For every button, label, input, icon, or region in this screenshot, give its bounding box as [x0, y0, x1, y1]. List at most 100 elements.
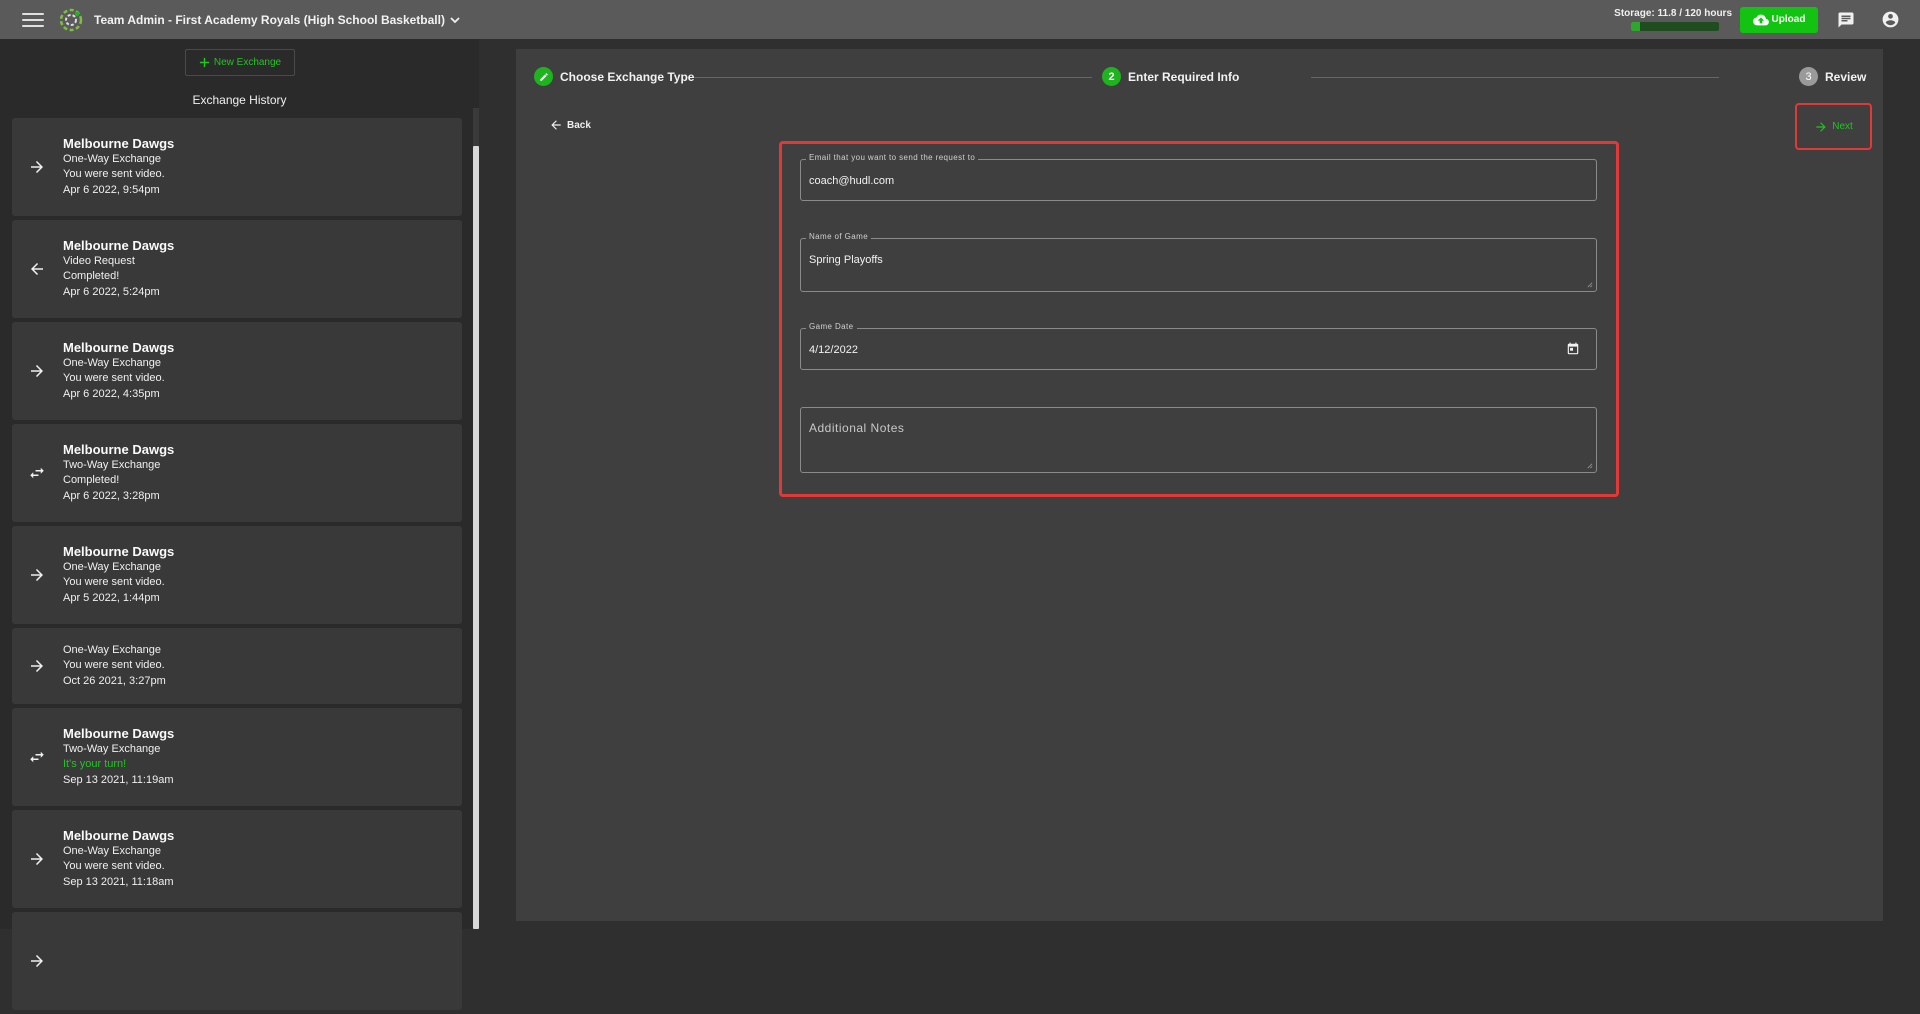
exchange-team-name: Melbourne Dawgs: [63, 237, 175, 253]
exchange-history-text: Melbourne Dawgs One-Way Exchange You were …: [63, 526, 462, 624]
exchange-type: Two-Way Exchange: [63, 458, 161, 471]
step-label: Choose Exchange Type: [560, 69, 695, 84]
exchange-sidebar: New Exchange Exchange History Melbourne …: [0, 39, 479, 1010]
step-label: Enter Required Info: [1128, 69, 1240, 84]
stepper-connector: [687, 77, 1092, 78]
exchange-date: Apr 5 2022, 1:44pm: [63, 591, 160, 604]
account-button[interactable]: [1880, 10, 1900, 30]
exchange-history-item[interactable]: Melbourne Dawgs One-Way Exchange You were …: [12, 322, 462, 420]
exchange-date: Sep 13 2021, 11:18am: [63, 875, 174, 888]
chat-icon: [1838, 12, 1854, 27]
exchange-team-name: Melbourne Dawgs: [63, 339, 175, 355]
team-title-text: Team Admin - First Academy Royals (High …: [94, 12, 445, 27]
exchange-history-item[interactable]: Melbourne Dawgs One-Way Exchange You were …: [12, 526, 462, 624]
additional-notes-field[interactable]: Additional Notes: [800, 407, 1597, 473]
step-review: 3 Review: [1799, 67, 1866, 86]
step-choose-exchange-type: Choose Exchange Type: [534, 67, 694, 86]
exchange-history-item[interactable]: [12, 912, 462, 1010]
storage-bar-fill: [1631, 22, 1640, 31]
arrow-right-icon: [1816, 121, 1826, 132]
exchange-team-name: Melbourne Dawgs: [63, 135, 175, 151]
step-label: Review: [1825, 69, 1867, 84]
exchange-type: One-Way Exchange: [63, 844, 162, 857]
back-label: Back: [567, 119, 591, 131]
stepper-connector: [1311, 77, 1719, 78]
step-number-circle: 2: [1102, 67, 1121, 86]
exchange-history-text: Melbourne Dawgs One-Way Exchange You were …: [63, 810, 462, 908]
arrow-right-icon: [31, 365, 43, 377]
plus-icon: [199, 57, 209, 68]
main-panel: Choose Exchange Type 2 Enter Required In…: [516, 49, 1883, 921]
exchange-history-item[interactable]: Melbourne Dawgs Video Request Completed! Ap…: [12, 220, 462, 318]
exchange-type: Two-Way Exchange: [63, 742, 161, 755]
step-done-circle: [534, 67, 553, 86]
exchange-history-item[interactable]: Melbourne Dawgs One-Way Exchange You were …: [12, 810, 462, 908]
exchange-type: One-Way Exchange: [63, 643, 162, 656]
exchange-history-item[interactable]: Melbourne Dawgs One-Way Exchange You were …: [12, 118, 462, 216]
calendar-icon[interactable]: [1566, 342, 1580, 356]
game-name-field-label: Name of Game: [806, 232, 872, 241]
exchange-type: One-Way Exchange: [63, 356, 162, 369]
exchange-history-item[interactable]: Melbourne Dawgs Two-Way Exchange Completed…: [12, 424, 462, 522]
new-exchange-label: New Exchange: [213, 57, 282, 68]
account-circle-icon: [1882, 11, 1898, 28]
exchange-date: Apr 6 2022, 5:24pm: [63, 285, 160, 298]
sidebar-scrollbar[interactable]: [473, 108, 479, 929]
arrow-left-icon: [551, 120, 561, 130]
exchange-type: One-Way Exchange: [63, 560, 162, 573]
swap-icon: [30, 467, 44, 479]
arrow-left-icon: [31, 263, 43, 275]
exchange-history-list: Melbourne Dawgs One-Way Exchange You were …: [12, 118, 462, 1014]
exchange-type: One-Way Exchange: [63, 152, 162, 165]
resize-handle-icon[interactable]: [1586, 462, 1593, 469]
exchange-history-title: Exchange History: [192, 93, 287, 107]
exchange-status: You were sent video.: [63, 372, 165, 385]
hamburger-menu-icon[interactable]: [22, 12, 44, 27]
exchange-status: You were sent video.: [63, 659, 165, 672]
exchange-date: Apr 6 2022, 3:28pm: [63, 489, 160, 502]
pencil-icon: [539, 72, 548, 81]
team-logo-icon: [59, 8, 83, 31]
game-date-field[interactable]: Game Date 4/12/2022: [800, 322, 1597, 370]
resize-handle-icon[interactable]: [1586, 281, 1593, 288]
exchange-history-text: Melbourne Dawgs Video Request Completed! Ap…: [63, 220, 462, 318]
next-label: Next: [1832, 121, 1853, 132]
back-button[interactable]: Back: [549, 118, 591, 132]
exchange-team-name: Melbourne Dawgs: [63, 827, 175, 843]
storage-label: Storage: 11.8 / 120 hours: [1614, 8, 1732, 19]
exchange-date: Sep 13 2021, 11:19am: [63, 773, 174, 786]
required-info-form: Email that you want to send the request …: [779, 141, 1619, 497]
step-number-circle: 3: [1799, 67, 1818, 86]
exchange-status: It's your turn!: [63, 758, 127, 771]
arrow-right-icon: [31, 161, 43, 173]
exchange-date: Apr 6 2022, 4:35pm: [63, 387, 160, 400]
exchange-history-text: Melbourne Dawgs Two-Way Exchange Completed…: [63, 424, 462, 522]
game-date-field-value: 4/12/2022: [809, 344, 858, 356]
exchange-status: You were sent video.: [63, 168, 165, 181]
upload-button[interactable]: Upload: [1740, 6, 1818, 33]
storage-bar: [1631, 22, 1719, 31]
game-date-field-label: Game Date: [806, 322, 857, 331]
game-name-field[interactable]: Name of Game Spring Playoffs: [800, 232, 1597, 292]
email-field[interactable]: Email that you want to send the request …: [800, 153, 1597, 201]
exchange-team-name: Melbourne Dawgs: [63, 725, 175, 741]
messages-button[interactable]: [1836, 10, 1856, 30]
new-exchange-button[interactable]: New Exchange: [185, 49, 295, 76]
next-button[interactable]: Next: [1795, 103, 1872, 150]
arrow-right-icon: [31, 955, 43, 967]
exchange-history-item[interactable]: Melbourne Dawgs Two-Way Exchange It's your…: [12, 708, 462, 806]
exchange-date: Apr 6 2022, 9:54pm: [63, 183, 160, 196]
exchange-history-item[interactable]: One-Way Exchange You were sent video. Oct …: [12, 628, 462, 704]
exchange-type: Video Request: [63, 254, 135, 267]
swap-icon: [30, 751, 44, 763]
exchange-status: You were sent video.: [63, 860, 165, 873]
scrollbar-thumb[interactable]: [473, 146, 479, 929]
exchange-status: Completed!: [63, 474, 120, 487]
exchange-team-name: Melbourne Dawgs: [63, 543, 175, 559]
game-name-field-value: Spring Playoffs: [809, 254, 883, 266]
top-bar: Team Admin - First Academy Royals (High …: [0, 0, 1920, 39]
arrow-right-icon: [31, 569, 43, 581]
team-selector[interactable]: Team Admin - First Academy Royals (High …: [94, 13, 461, 27]
exchange-team-name: Melbourne Dawgs: [63, 441, 175, 457]
exchange-history-text: Melbourne Dawgs One-Way Exchange You were …: [63, 118, 462, 216]
